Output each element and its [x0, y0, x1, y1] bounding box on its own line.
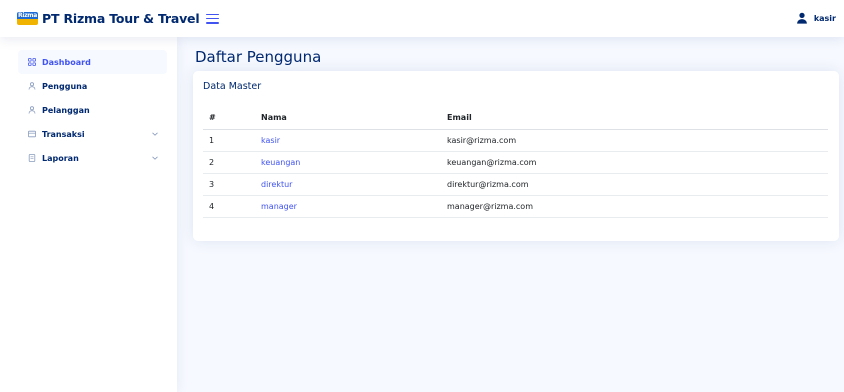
user-email: kasir@rizma.com: [447, 129, 828, 152]
row-number: 2: [203, 151, 261, 174]
row-number: 3: [203, 173, 261, 196]
table-row: 2 keuangan keuangan@rizma.com: [203, 151, 828, 174]
sidebar: Dashboard Pengguna Pelanggan Transaksi L…: [0, 37, 177, 392]
person-icon: [28, 82, 36, 90]
sidebar-item-label: Transaksi: [42, 129, 85, 139]
column-header-number: #: [203, 107, 261, 130]
user-email: manager@rizma.com: [447, 195, 828, 218]
table-row: 4 manager manager@rizma.com: [203, 195, 828, 218]
logo-text: Rizma: [18, 12, 37, 19]
sidebar-item-laporan[interactable]: Laporan: [18, 146, 167, 170]
profile-name: kasir: [813, 13, 836, 23]
row-number: 4: [203, 195, 261, 218]
user-email: direktur@rizma.com: [447, 173, 828, 196]
document-icon: [28, 154, 36, 162]
brand-logo-link[interactable]: Rizma PT Rizma Tour & Travel: [17, 11, 200, 26]
sidebar-item-label: Pengguna: [42, 81, 88, 91]
brand-logo-image: Rizma: [17, 12, 38, 25]
row-number: 1: [203, 129, 261, 152]
user-name-link[interactable]: keuangan: [261, 151, 447, 174]
chevron-down-icon: [152, 132, 158, 136]
person-icon: [28, 106, 36, 114]
column-header-name: Nama: [261, 107, 447, 130]
user-name-link[interactable]: manager: [261, 195, 447, 218]
users-table: # Nama Email 1 kasir kasir@rizma.com 2 k…: [203, 107, 828, 218]
table-row: 1 kasir kasir@rizma.com: [203, 129, 828, 152]
sidebar-item-label: Pelanggan: [42, 105, 90, 115]
user-name-link[interactable]: direktur: [261, 173, 447, 196]
sidebar-item-label: Dashboard: [42, 57, 91, 67]
card-title: Data Master: [203, 81, 262, 92]
user-name-link[interactable]: kasir: [261, 129, 447, 152]
sidebar-item-transaksi[interactable]: Transaksi: [18, 122, 167, 146]
user-icon: [796, 12, 807, 24]
sidebar-item-pelanggan[interactable]: Pelanggan: [18, 98, 167, 122]
page-title: Daftar Pengguna: [195, 48, 322, 66]
grid-icon: [28, 58, 36, 66]
data-card: Data Master # Nama Email 1 kasir kasir@r…: [193, 71, 839, 241]
chevron-down-icon: [152, 156, 158, 160]
table-row: 3 direktur direktur@rizma.com: [203, 173, 828, 196]
user-email: keuangan@rizma.com: [447, 151, 828, 174]
main-content: Daftar Pengguna Data Master # Nama Email…: [177, 37, 844, 392]
profile-dropdown[interactable]: kasir: [796, 12, 836, 24]
sidebar-item-dashboard[interactable]: Dashboard: [18, 50, 167, 74]
app-title: PT Rizma Tour & Travel: [42, 11, 200, 26]
top-header: Rizma PT Rizma Tour & Travel kasir: [0, 0, 844, 37]
table-header-row: # Nama Email: [203, 107, 828, 130]
sidebar-item-pengguna[interactable]: Pengguna: [18, 74, 167, 98]
sidebar-item-label: Laporan: [42, 153, 79, 163]
receipt-icon: [28, 130, 36, 138]
column-header-email: Email: [447, 107, 828, 130]
sidebar-toggle-icon[interactable]: [206, 13, 220, 24]
